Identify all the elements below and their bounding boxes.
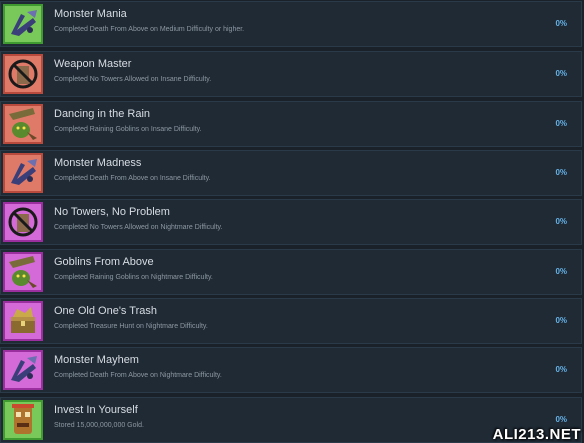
achievement-percent: 0% [555, 119, 567, 128]
achievement-percent: 0% [555, 69, 567, 78]
achievement-description: Completed No Towers Allowed on Insane Di… [54, 76, 212, 83]
achievement-row[interactable]: No Towers, No Problem Completed No Tower… [0, 199, 582, 245]
green-monster-icon [3, 4, 43, 44]
achievement-title: Dancing in the Rain [54, 108, 151, 120]
achievement-description: Completed Treasure Hunt on Nightmare Dif… [54, 323, 208, 330]
achievement-row[interactable]: Weapon Master Completed No Towers Allowe… [0, 51, 582, 97]
red-no-towers-icon [3, 54, 43, 94]
purple-treasure-icon [3, 301, 43, 341]
achievement-percent: 0% [555, 19, 567, 28]
red-monster-icon [3, 153, 43, 193]
achievement-title: Weapon Master [54, 58, 132, 70]
watermark: ALI213.NET [492, 426, 581, 443]
achievement-description: Completed No Towers Allowed on Nightmare… [54, 224, 223, 231]
achievement-percent: 0% [555, 168, 567, 177]
achievement-row[interactable]: Goblins From Above Completed Raining Gob… [0, 249, 582, 295]
achievement-title: No Towers, No Problem [54, 206, 170, 218]
purple-monster-icon [3, 350, 43, 390]
achievement-title: Monster Madness [54, 157, 142, 169]
achievement-description: Stored 15,000,000,000 Gold. [54, 422, 144, 429]
achievement-row[interactable]: Monster Madness Completed Death From Abo… [0, 150, 582, 196]
achievement-row[interactable]: One Old One's Trash Completed Treasure H… [0, 298, 582, 344]
achievement-title: Monster Mania [54, 8, 127, 20]
achievement-percent: 0% [555, 316, 567, 325]
achievement-description: Completed Death From Above on Insane Dif… [54, 175, 211, 182]
achievement-title: Goblins From Above [54, 256, 154, 268]
red-goblin-icon [3, 104, 43, 144]
purple-goblin-icon [3, 252, 43, 292]
achievement-percent: 0% [555, 267, 567, 276]
achievement-percent: 0% [555, 415, 567, 424]
purple-no-towers-icon [3, 202, 43, 242]
achievement-title: One Old One's Trash [54, 305, 157, 317]
achievement-row[interactable]: Monster Mania Completed Death From Above… [0, 1, 582, 47]
achievement-title: Invest In Yourself [54, 404, 138, 416]
achievement-percent: 0% [555, 365, 567, 374]
achievement-description: Completed Raining Goblins on Insane Diff… [54, 126, 202, 133]
green-totem-icon [3, 400, 43, 440]
achievement-description: Completed Death From Above on Medium Dif… [54, 26, 245, 33]
achievements-page: Monster Mania Completed Death From Above… [0, 0, 584, 443]
achievement-description: Completed Death From Above on Nightmare … [54, 372, 222, 379]
achievement-row[interactable]: Dancing in the Rain Completed Raining Go… [0, 101, 582, 147]
achievement-percent: 0% [555, 217, 567, 226]
achievement-row[interactable]: Monster Mayhem Completed Death From Abov… [0, 347, 582, 393]
achievement-description: Completed Raining Goblins on Nightmare D… [54, 274, 213, 281]
achievement-title: Monster Mayhem [54, 354, 139, 366]
